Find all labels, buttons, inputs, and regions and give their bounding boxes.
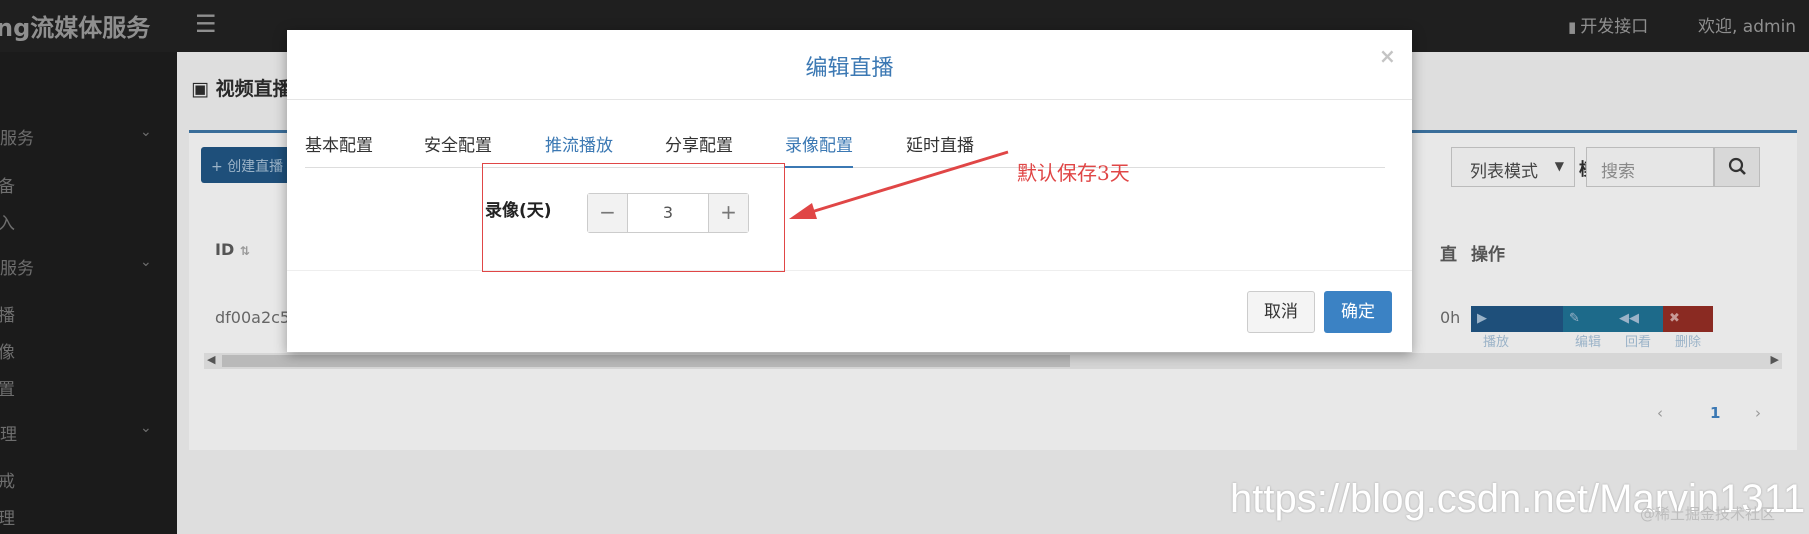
watermark-corner: @稀土掘金技术社区 (1640, 505, 1776, 523)
annotation-text: 默认保存3天 (1017, 161, 1130, 185)
annotation-arrow (789, 150, 1009, 219)
